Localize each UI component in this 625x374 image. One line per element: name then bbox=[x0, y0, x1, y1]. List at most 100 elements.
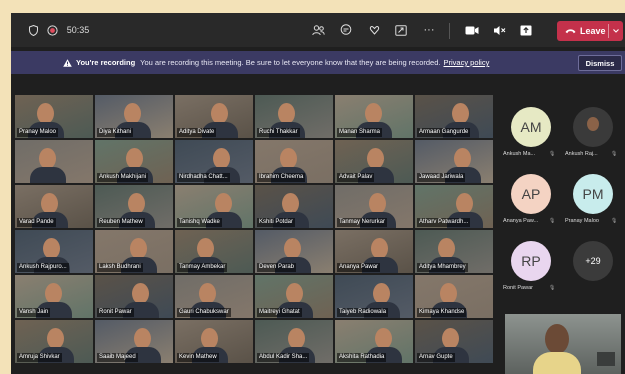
participant-name: Nirdhadha Chatt... bbox=[177, 173, 230, 182]
reactions-icon[interactable] bbox=[365, 13, 383, 47]
participant-tile[interactable]: Tanishq Wadke bbox=[175, 185, 253, 228]
participant-tile[interactable]: Ibrahim Cheema bbox=[255, 140, 333, 183]
participant-name: Diya Kithani bbox=[97, 128, 134, 137]
participant-tile[interactable]: Jawaad Jariwala bbox=[415, 140, 493, 183]
banner-title: You're recording bbox=[76, 58, 136, 67]
participant-name: Amruja Shivkar bbox=[17, 353, 62, 362]
participant-tile[interactable]: Deven Parab bbox=[255, 230, 333, 273]
participant-tile[interactable]: Ankush Rajpuro... bbox=[15, 230, 93, 273]
participant-tile[interactable]: Arnav Gupte bbox=[415, 320, 493, 363]
participant-tile[interactable]: Gauri Chabukswar bbox=[175, 275, 253, 318]
side-participant[interactable]: RP Ronit Pawar 🎙 bbox=[501, 237, 561, 299]
participant-tile[interactable]: Reuben Mathew bbox=[95, 185, 173, 228]
participant-tile[interactable]: Atharv Patwardh... bbox=[415, 185, 493, 228]
participant-name: Maitreyi Ghatat bbox=[257, 308, 302, 317]
participant-face bbox=[442, 328, 459, 349]
participant-tile[interactable] bbox=[15, 140, 93, 183]
participant-tile[interactable]: Maitreyi Ghatat bbox=[255, 275, 333, 318]
participant-tile[interactable]: Manan Sharma bbox=[335, 95, 413, 138]
chat-icon[interactable] bbox=[337, 13, 355, 47]
participant-tile[interactable]: Pranay Maloo bbox=[15, 95, 93, 138]
participant-tile[interactable]: Laksh Budhrani bbox=[95, 230, 173, 273]
avatar: AP bbox=[511, 174, 551, 214]
participant-tile[interactable]: Aditya Mhambrey bbox=[415, 230, 493, 273]
self-view-person-body bbox=[533, 352, 581, 374]
participant-tile[interactable]: Kimaya Khandse bbox=[415, 275, 493, 318]
participant-name: Gauri Chabukswar bbox=[177, 308, 231, 317]
participant-name: Ankush Rajpuro... bbox=[17, 263, 69, 272]
participant-face bbox=[456, 193, 473, 214]
avatar: +29 bbox=[573, 241, 613, 281]
chevron-down-icon[interactable] bbox=[612, 24, 620, 40]
meeting-window: 50:35 ··· Leave You're recording You are… bbox=[11, 13, 625, 374]
hang-up-icon bbox=[565, 28, 576, 34]
participant-face bbox=[132, 283, 149, 304]
participant-tile[interactable]: Ronit Pawar bbox=[95, 275, 173, 318]
avatar: AM bbox=[511, 107, 551, 147]
participant-tile[interactable]: Advait Palav bbox=[335, 140, 413, 183]
participant-name: Pranay Maloo bbox=[17, 128, 59, 137]
participant-tile[interactable]: Ankush Makhijani bbox=[95, 140, 173, 183]
camera-icon[interactable] bbox=[463, 13, 481, 47]
participant-face bbox=[284, 238, 301, 259]
recording-icon bbox=[44, 13, 60, 47]
participants-icon[interactable] bbox=[309, 13, 327, 47]
mic-off-icon[interactable] bbox=[490, 13, 508, 47]
participant-tile[interactable]: Tanmay Nerurkar bbox=[335, 185, 413, 228]
dismiss-button[interactable]: Dismiss bbox=[578, 55, 622, 71]
share-screen-icon[interactable] bbox=[392, 13, 410, 47]
side-participant[interactable]: Ankush Raj... 🎙 bbox=[563, 103, 623, 165]
participant-face bbox=[215, 193, 232, 214]
participant-tile[interactable]: Abdul Kadir Sha... bbox=[255, 320, 333, 363]
participant-face bbox=[438, 238, 455, 259]
participant-tile[interactable]: Kevin Mathew bbox=[175, 320, 253, 363]
side-participant[interactable]: AP Ananya Paw... 🎙 bbox=[501, 170, 561, 232]
participant-tile[interactable]: Ruchi Thakkar bbox=[255, 95, 333, 138]
recording-banner: You're recording You are recording this … bbox=[11, 51, 625, 74]
self-view-monitor bbox=[597, 352, 615, 366]
participant-tile[interactable]: Taiyeb Radiowala bbox=[335, 275, 413, 318]
privacy-policy-link[interactable]: Privacy policy bbox=[443, 58, 489, 67]
leave-label: Leave bbox=[580, 26, 606, 36]
more-options-icon[interactable]: ··· bbox=[420, 13, 438, 47]
avatar-initials: PM bbox=[582, 186, 604, 202]
toolbar-divider bbox=[449, 23, 450, 39]
side-participant[interactable]: AM Ankush Ma... 🎙 bbox=[501, 103, 561, 165]
participant-tile[interactable]: Tanmay Ambekar bbox=[175, 230, 253, 273]
avatar-initials: +29 bbox=[585, 256, 601, 266]
participant-tile[interactable]: Ananya Pawar bbox=[335, 230, 413, 273]
side-participant[interactable]: +29 bbox=[563, 237, 623, 299]
share-tray-icon[interactable] bbox=[517, 13, 535, 47]
participant-tile[interactable]: Armaan Gangurde bbox=[415, 95, 493, 138]
participant-tile[interactable]: Diya Kithani bbox=[95, 95, 173, 138]
participant-tile[interactable]: Akshita Rathadia bbox=[335, 320, 413, 363]
participant-face bbox=[278, 103, 295, 124]
participant-face bbox=[454, 148, 471, 169]
participant-tile[interactable]: Kshiti Potdar bbox=[255, 185, 333, 228]
avatar-initials: AM bbox=[520, 119, 542, 135]
participant-name: Atharv Patwardh... bbox=[417, 218, 471, 227]
shield-icon bbox=[25, 13, 41, 47]
participant-tile[interactable]: Varad Pande bbox=[15, 185, 93, 228]
leave-button[interactable]: Leave bbox=[557, 21, 623, 41]
participant-tile[interactable]: Amruja Shivkar bbox=[15, 320, 93, 363]
participant-body bbox=[30, 167, 66, 183]
participant-face bbox=[288, 328, 305, 349]
participant-name: Tanmay Ambekar bbox=[177, 263, 228, 272]
avatar-initials: AP bbox=[521, 186, 541, 202]
participant-name: Taiyeb Radiowala bbox=[337, 308, 389, 317]
participant-face bbox=[211, 103, 228, 124]
participant-tile[interactable]: Vansh Jain bbox=[15, 275, 93, 318]
participant-name: Advait Palav bbox=[337, 173, 375, 182]
side-participant-name: Ronit Pawar bbox=[503, 285, 533, 291]
self-view-video[interactable] bbox=[505, 314, 621, 374]
participant-tile[interactable]: Nirdhadha Chatt... bbox=[175, 140, 253, 183]
participant-face bbox=[375, 328, 392, 349]
side-participant[interactable]: PM Pranay Maloo 🎙 bbox=[563, 170, 623, 232]
video-grid: Pranay Maloo Diya Kithani Aditya Divate Ruc… bbox=[15, 95, 493, 363]
participant-face bbox=[201, 328, 218, 349]
participant-tile[interactable]: Aditya Divate bbox=[175, 95, 253, 138]
participant-face bbox=[373, 283, 390, 304]
participant-tile[interactable]: Saaib Majeed bbox=[95, 320, 173, 363]
participant-face bbox=[197, 238, 214, 259]
